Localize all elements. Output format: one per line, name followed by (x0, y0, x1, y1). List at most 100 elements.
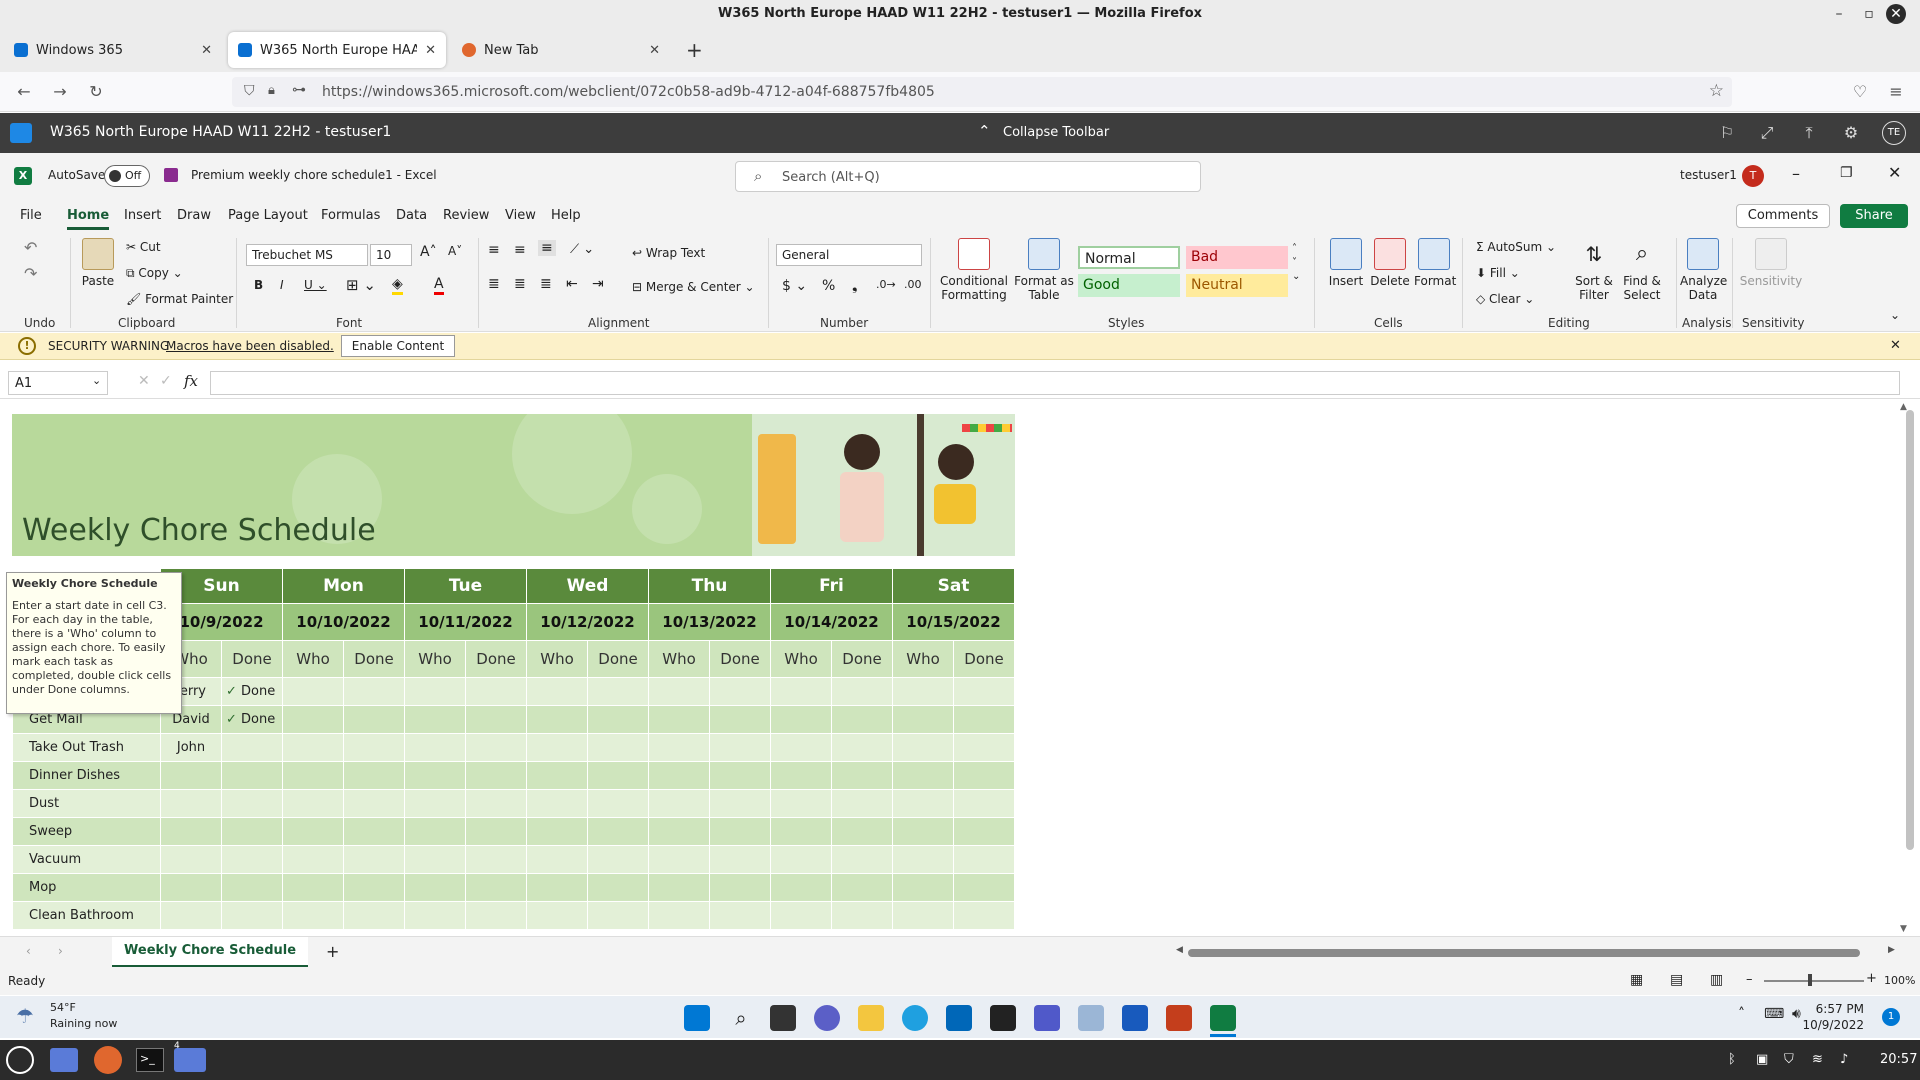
tray-chevron-icon[interactable]: ˄ (1738, 1006, 1745, 1022)
clear-button[interactable]: ◇ Clear ⌄ (1476, 292, 1534, 306)
autosave-toggle[interactable]: Off (104, 165, 150, 187)
who-cell[interactable] (648, 733, 710, 762)
done-cell[interactable] (465, 845, 527, 874)
who-cell[interactable] (526, 789, 588, 818)
scroll-up-icon[interactable]: ▲ (1900, 402, 1907, 412)
excel-taskbar-icon[interactable] (1210, 1005, 1236, 1031)
done-cell[interactable] (831, 845, 893, 874)
done-cell[interactable] (953, 789, 1015, 818)
url-text[interactable]: https://windows365.microsoft.com/webclie… (322, 84, 935, 100)
done-cell[interactable] (465, 817, 527, 846)
tab-page-layout[interactable]: Page Layout (228, 208, 308, 223)
tab-help[interactable]: Help (551, 208, 581, 223)
tab-close-icon[interactable]: ✕ (201, 43, 212, 58)
shrink-font-icon[interactable]: A˅ (448, 244, 462, 258)
date-cell[interactable]: 10/10/2022 (282, 603, 405, 641)
done-cell[interactable] (221, 733, 283, 762)
done-cell[interactable] (709, 761, 771, 790)
who-cell[interactable] (770, 761, 832, 790)
user-name[interactable]: testuser1 (1680, 168, 1737, 182)
done-cell[interactable] (587, 789, 649, 818)
who-cell[interactable] (526, 733, 588, 762)
done-cell[interactable]: ✓ Done (221, 677, 283, 706)
page-layout-view-icon[interactable]: ▤ (1670, 972, 1683, 988)
format-painter-button[interactable]: 🖌︎ Format Painter (126, 292, 233, 306)
collapse-chevron-icon[interactable]: ⌃ (978, 122, 991, 140)
settings-gear-icon[interactable]: ⚙ (1840, 122, 1862, 144)
zoom-level[interactable]: 100% (1884, 974, 1915, 987)
currency-icon[interactable]: $ ⌄ (782, 278, 807, 294)
tab-home[interactable]: Home (67, 208, 110, 230)
notification-badge[interactable]: 1 (1882, 1008, 1900, 1026)
done-cell[interactable] (831, 677, 893, 706)
done-cell[interactable] (709, 873, 771, 902)
done-cell[interactable] (221, 901, 283, 930)
tab-data[interactable]: Data (396, 208, 427, 223)
who-cell[interactable] (892, 873, 954, 902)
done-cell[interactable] (587, 705, 649, 734)
weather-rain-icon[interactable]: ☂ (16, 1004, 34, 1028)
bold-icon[interactable]: B (254, 278, 263, 292)
who-cell[interactable] (648, 901, 710, 930)
done-cell[interactable] (343, 733, 405, 762)
tab-windows365[interactable]: Windows 365 ✕ (4, 32, 222, 68)
macros-disabled-link[interactable]: Macros have been disabled. (166, 339, 334, 353)
who-cell[interactable] (770, 901, 832, 930)
done-cell[interactable] (587, 845, 649, 874)
name-box-chevron-icon[interactable]: ⌄ (92, 374, 101, 387)
done-cell[interactable] (831, 901, 893, 930)
weather-temp[interactable]: 54°F (50, 1001, 76, 1014)
who-cell[interactable] (648, 845, 710, 874)
who-cell[interactable] (160, 789, 222, 818)
date-cell[interactable]: 10/14/2022 (770, 603, 893, 641)
format-cells-button[interactable]: Format (1414, 238, 1456, 288)
fill-button[interactable]: ⬇ Fill ⌄ (1476, 266, 1520, 280)
scroll-down-icon[interactable]: ▼ (1900, 924, 1907, 934)
who-cell[interactable] (404, 873, 466, 902)
done-cell[interactable] (587, 677, 649, 706)
zoom-in-icon[interactable]: + (1866, 971, 1877, 986)
style-good[interactable]: Good (1078, 274, 1180, 297)
search-box[interactable]: ⌕ Search (Alt+Q) (735, 161, 1201, 192)
chore-name-cell[interactable]: Vacuum (12, 845, 161, 874)
done-cell[interactable] (831, 705, 893, 734)
tab-view[interactable]: View (505, 208, 536, 223)
done-cell[interactable] (465, 761, 527, 790)
done-cell[interactable] (343, 817, 405, 846)
date-cell[interactable]: 10/12/2022 (526, 603, 649, 641)
chore-name-cell[interactable]: Clean Bathroom (12, 901, 161, 930)
who-cell[interactable] (404, 761, 466, 790)
conditional-formatting-button[interactable]: Conditional Formatting (938, 238, 1010, 302)
done-cell[interactable] (221, 873, 283, 902)
done-cell[interactable] (465, 901, 527, 930)
who-cell[interactable] (282, 677, 344, 706)
fill-color-icon[interactable]: ◈ (392, 276, 403, 295)
increase-indent-icon[interactable]: ⇥ (592, 276, 604, 292)
bluetooth-icon[interactable]: ᛒ (1728, 1052, 1736, 1067)
collapse-ribbon-icon[interactable]: ⌄ (1890, 308, 1900, 322)
zoom-slider[interactable] (1764, 980, 1864, 982)
who-cell[interactable] (160, 873, 222, 902)
permissions-icon[interactable]: ⊶ (292, 82, 306, 98)
decrease-decimal-icon[interactable]: .00 (904, 278, 922, 291)
who-cell[interactable] (648, 761, 710, 790)
who-cell[interactable] (892, 677, 954, 706)
fullscreen-icon[interactable]: ⤢ (1756, 122, 1778, 144)
done-cell[interactable] (465, 789, 527, 818)
done-cell[interactable] (953, 873, 1015, 902)
enable-content-button[interactable]: Enable Content (341, 335, 455, 357)
who-cell[interactable] (404, 845, 466, 874)
powerpoint-icon[interactable] (1166, 1005, 1192, 1031)
align-top-icon[interactable]: ≡ (488, 242, 500, 258)
who-cell[interactable] (770, 789, 832, 818)
shield-tray-icon[interactable]: ⛉ (1784, 1052, 1794, 1067)
who-cell[interactable] (526, 761, 588, 790)
who-cell[interactable] (282, 817, 344, 846)
done-cell[interactable] (221, 761, 283, 790)
done-cell[interactable] (343, 901, 405, 930)
clipboard-tray-icon[interactable]: ▣ (1756, 1052, 1768, 1067)
minimize-button[interactable]: – (1828, 4, 1850, 24)
done-cell[interactable] (709, 901, 771, 930)
comma-style-icon[interactable]: ❟ (852, 278, 858, 294)
insert-function-icon[interactable]: fx (184, 372, 198, 390)
